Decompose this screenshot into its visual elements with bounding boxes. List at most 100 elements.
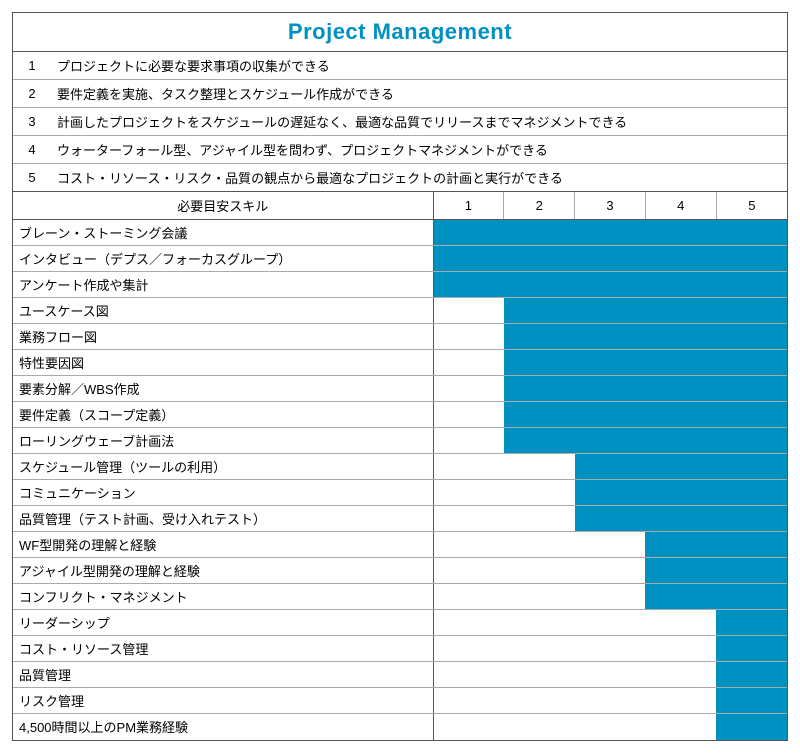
- skill-cell: [504, 532, 575, 558]
- skill-cell: [433, 662, 504, 688]
- skill-cell: [575, 272, 646, 298]
- skill-cell: [716, 714, 787, 740]
- skill-cell: [716, 584, 787, 610]
- skill-cell: [575, 402, 646, 428]
- skill-cell: [716, 402, 787, 428]
- skill-name: WF型開発の理解と経験: [13, 532, 433, 558]
- skill-cell: [716, 376, 787, 402]
- skill-cell: [645, 376, 716, 402]
- table-row: アジャイル型開発の理解と経験: [13, 558, 787, 584]
- skill-cell: [716, 506, 787, 532]
- skill-cell: [504, 220, 575, 246]
- skill-cell: [575, 584, 646, 610]
- skill-cell: [504, 272, 575, 298]
- table-row: ユースケース図: [13, 298, 787, 324]
- table-row: リスク管理: [13, 688, 787, 714]
- level-header-5: 5: [716, 192, 787, 220]
- skill-cell: [433, 246, 504, 272]
- skill-cell: [575, 688, 646, 714]
- skill-name: インタビュー（デプス／フォーカスグループ）: [13, 246, 433, 272]
- skill-cell: [504, 584, 575, 610]
- skill-name: ローリングウェーブ計画法: [13, 428, 433, 454]
- skill-cell: [504, 636, 575, 662]
- skill-cell: [433, 688, 504, 714]
- skill-cell: [433, 428, 504, 454]
- level-definitions: 1プロジェクトに必要な要求事項の収集ができる2要件定義を実施、タスク整理とスケジ…: [13, 52, 787, 192]
- skill-cell: [716, 220, 787, 246]
- level-description: ウォーターフォール型、アジャイル型を問わず、プロジェクトマネジメントができる: [51, 136, 787, 164]
- skill-name: リスク管理: [13, 688, 433, 714]
- skill-cell: [575, 350, 646, 376]
- level-number: 5: [13, 164, 51, 192]
- skill-cell: [716, 454, 787, 480]
- skill-cell: [504, 324, 575, 350]
- table-row: WF型開発の理解と経験: [13, 532, 787, 558]
- skill-cell: [433, 298, 504, 324]
- skill-cell: [716, 636, 787, 662]
- skill-cell: [504, 428, 575, 454]
- table-row: 要素分解／WBS作成: [13, 376, 787, 402]
- skill-name: 品質管理（テスト計画、受け入れテスト）: [13, 506, 433, 532]
- skill-cell: [575, 220, 646, 246]
- level-header-2: 2: [504, 192, 575, 220]
- skill-cell: [645, 636, 716, 662]
- table-row: コミュニケーション: [13, 480, 787, 506]
- table-row: スケジュール管理（ツールの利用）: [13, 454, 787, 480]
- skill-cell: [504, 350, 575, 376]
- skill-cell: [504, 376, 575, 402]
- skill-name: ブレーン・ストーミング会議: [13, 220, 433, 246]
- skill-cell: [504, 246, 575, 272]
- skill-cell: [645, 220, 716, 246]
- level-number: 1: [13, 52, 51, 80]
- table-row: 品質管理: [13, 662, 787, 688]
- level-description: 要件定義を実施、タスク整理とスケジュール作成ができる: [51, 80, 787, 108]
- skill-cell: [716, 662, 787, 688]
- table-row: アンケート作成や集計: [13, 272, 787, 298]
- level-header-4: 4: [645, 192, 716, 220]
- skill-cell: [645, 662, 716, 688]
- skill-cell: [645, 714, 716, 740]
- skill-cell: [716, 610, 787, 636]
- page-title: Project Management: [13, 13, 787, 52]
- skill-name: アジャイル型開発の理解と経験: [13, 558, 433, 584]
- skill-matrix: 必要目安スキル 1 2 3 4 5 ブレーン・ストーミング会議インタビュー（デプ…: [13, 192, 787, 740]
- skill-cell: [504, 662, 575, 688]
- skill-cell: [575, 662, 646, 688]
- skill-cell: [645, 610, 716, 636]
- skill-name: 特性要因図: [13, 350, 433, 376]
- skill-cell: [575, 610, 646, 636]
- skill-cell: [716, 688, 787, 714]
- skill-cell: [716, 298, 787, 324]
- skill-cell: [433, 402, 504, 428]
- skill-name: 要件定義（スコープ定義）: [13, 402, 433, 428]
- skill-cell: [504, 480, 575, 506]
- skill-cell: [575, 298, 646, 324]
- level-number: 3: [13, 108, 51, 136]
- skill-header: 必要目安スキル: [13, 192, 433, 220]
- skill-cell: [433, 558, 504, 584]
- skill-name: アンケート作成や集計: [13, 272, 433, 298]
- skill-cell: [716, 532, 787, 558]
- skill-cell: [433, 532, 504, 558]
- level-description: 計画したプロジェクトをスケジュールの遅延なく、最適な品質でリリースまでマネジメン…: [51, 108, 787, 136]
- skill-name: 品質管理: [13, 662, 433, 688]
- skill-cell: [716, 558, 787, 584]
- skill-name: コスト・リソース管理: [13, 636, 433, 662]
- skill-cell: [716, 246, 787, 272]
- table-row: インタビュー（デプス／フォーカスグループ）: [13, 246, 787, 272]
- skill-cell: [433, 506, 504, 532]
- skill-cell: [575, 480, 646, 506]
- skill-name: コンフリクト・マネジメント: [13, 584, 433, 610]
- skill-cell: [433, 454, 504, 480]
- level-number: 4: [13, 136, 51, 164]
- skill-cell: [716, 350, 787, 376]
- skill-cell: [716, 428, 787, 454]
- skill-cell: [645, 558, 716, 584]
- skill-cell: [504, 610, 575, 636]
- level-description: コスト・リソース・リスク・品質の観点から最適なプロジェクトの計画と実行ができる: [51, 164, 787, 192]
- skill-cell: [575, 324, 646, 350]
- skill-name: 4,500時間以上のPM業務経験: [13, 714, 433, 740]
- skill-cell: [504, 454, 575, 480]
- skill-cell: [575, 506, 646, 532]
- skill-cell: [504, 714, 575, 740]
